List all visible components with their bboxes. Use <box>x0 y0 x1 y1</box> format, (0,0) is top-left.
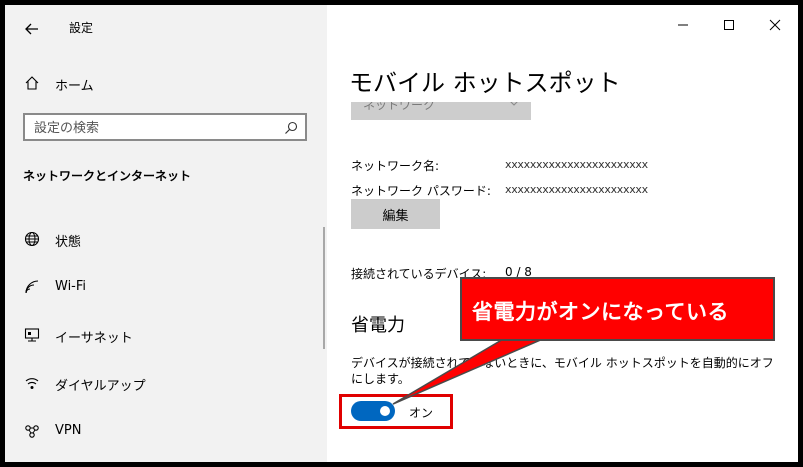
annotation-callout-text: 省電力がオンになっている <box>472 300 729 324</box>
sidebar-item-label: 状態 <box>55 235 82 250</box>
dialup-icon <box>25 378 39 389</box>
annotation-callout: 省電力がオンになっている <box>460 277 775 341</box>
back-arrow-icon <box>25 23 38 35</box>
sidebar-item-label: イーサネット <box>55 331 133 346</box>
search-box[interactable] <box>23 113 307 141</box>
network-dropdown[interactable]: ネットワーク <box>351 102 531 120</box>
globe-icon <box>24 231 40 247</box>
sidebar-item-wifi[interactable]: Wi-Fi <box>5 267 327 307</box>
section-title: ネットワークとインターネット <box>23 169 192 183</box>
maximize-icon <box>724 20 734 30</box>
toggle-knob <box>380 406 390 416</box>
vpn-icon <box>25 425 39 438</box>
network-password-value: xxxxxxxxxxxxxxxxxxxxxxx <box>505 183 648 196</box>
search-input[interactable] <box>34 119 274 137</box>
network-password-label: ネットワーク パスワード: <box>351 184 491 198</box>
sidebar-item-dialup[interactable]: ダイヤルアップ <box>5 363 327 403</box>
network-dropdown-value: ネットワーク <box>363 102 436 112</box>
power-saving-toggle[interactable] <box>351 401 395 421</box>
wifi-icon <box>25 280 39 294</box>
app-title: 設定 <box>69 21 94 35</box>
power-saving-title: 省電力 <box>351 315 405 336</box>
sidebar-item-status[interactable]: 状態 <box>5 219 327 259</box>
close-icon <box>769 19 781 31</box>
network-name-label: ネットワーク名: <box>351 159 440 173</box>
sidebar-scrollbar[interactable] <box>323 227 325 349</box>
sidebar-item-label: Wi-Fi <box>55 279 87 294</box>
minimize-icon <box>678 24 688 26</box>
toggle-state-label: オン <box>409 406 434 420</box>
minimize-button[interactable] <box>660 5 706 45</box>
close-button[interactable] <box>752 5 798 45</box>
sidebar-item-label: ダイヤルアップ <box>55 379 146 394</box>
sidebar-item-label: VPN <box>55 423 82 438</box>
sidebar-item-home[interactable]: ホーム <box>5 65 327 101</box>
ethernet-icon <box>24 328 40 342</box>
edit-button[interactable]: 編集 <box>351 199 440 229</box>
network-name-value: xxxxxxxxxxxxxxxxxxxxxxx <box>505 158 648 171</box>
main-content: モバイル ホットスポット ネットワーク ネットワーク名: xxxxxxxxxxx… <box>327 5 798 462</box>
sidebar: 設定 ホーム ネットワークとインターネット 状態 <box>5 5 327 462</box>
settings-window: 設定 ホーム ネットワークとインターネット 状態 <box>5 5 798 462</box>
page-title: モバイル ホットスポット <box>349 69 621 97</box>
sidebar-item-vpn[interactable]: VPN <box>5 411 327 451</box>
maximize-button[interactable] <box>706 5 752 45</box>
power-saving-description: デバイスが接続されていないときに、モバイル ホットスポットを自動的にオフにします… <box>351 356 774 386</box>
home-icon <box>25 76 39 90</box>
sidebar-item-home-label: ホーム <box>55 79 94 94</box>
sidebar-item-ethernet[interactable]: イーサネット <box>5 315 327 355</box>
chevron-down-icon <box>510 102 518 106</box>
back-button[interactable] <box>22 19 42 39</box>
search-icon <box>285 121 298 134</box>
